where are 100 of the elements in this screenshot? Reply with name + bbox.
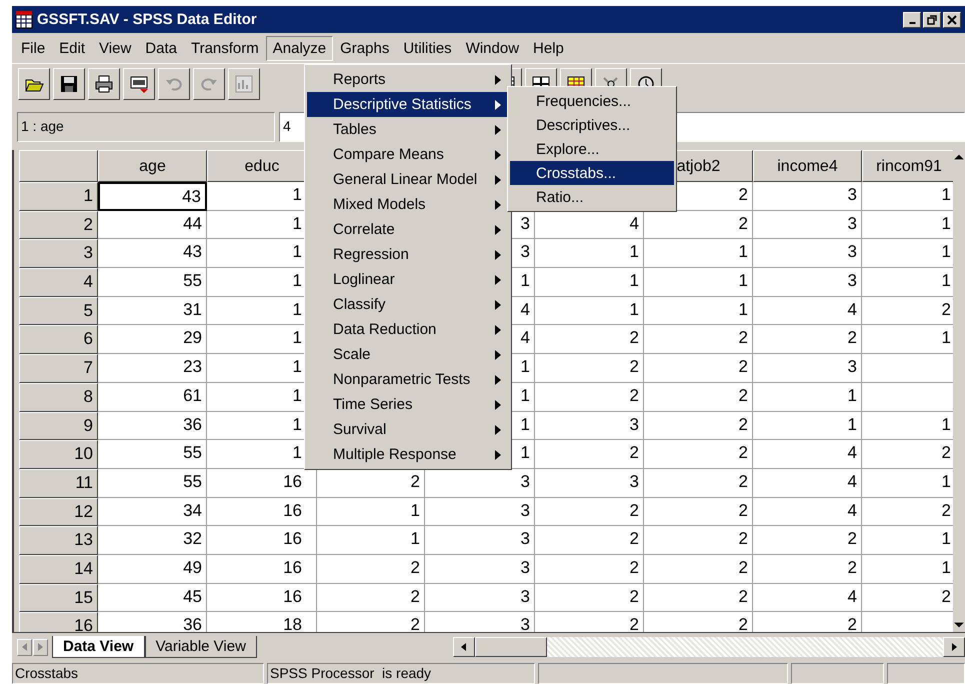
row-header[interactable]: 4 [19,268,98,297]
submenu-arrow-icon [495,300,501,310]
save-icon[interactable] [53,68,85,100]
menu-item-label: Reports [333,71,386,88]
table-cell: 3 [753,210,862,240]
menu-item[interactable]: Data [138,36,184,60]
menu-item[interactable]: Reports [307,67,509,92]
undo-icon[interactable] [158,68,190,100]
menu-item[interactable]: Graphs [333,36,396,60]
row-header[interactable]: 16 [19,612,98,632]
menu-item[interactable]: View [92,36,138,60]
chart-icon[interactable] [228,68,260,100]
row-header[interactable]: 8 [19,382,98,412]
row-header[interactable]: 11 [19,468,98,498]
view-tab[interactable]: Variable View [144,636,257,658]
row-header[interactable]: 10 [19,440,98,469]
column-header[interactable]: rincom91 [862,150,953,182]
row-header[interactable]: 14 [19,554,98,584]
submenu-arrow-icon [495,450,501,460]
table-cell: 2 [535,382,644,412]
row-header[interactable]: 3 [19,239,98,268]
row-header[interactable]: 7 [19,354,98,383]
close-button[interactable] [943,12,961,28]
row-header[interactable]: 2 [19,210,98,240]
scroll-right-button[interactable] [943,637,965,657]
table-cell: 3 [753,239,862,268]
row-header[interactable]: 15 [19,584,98,612]
table-cell: 61 [98,382,207,412]
table-cell: 16 [207,498,317,526]
table-cell: 1 [753,382,862,412]
table-cell: 31 [98,296,207,326]
menu-item[interactable]: File [14,36,52,60]
scroll-thumb[interactable] [474,637,547,657]
submenu-arrow-icon [495,150,501,160]
menu-item-label: Survival [333,421,386,438]
menu-item[interactable]: Descriptive Statistics [307,92,509,117]
view-tab[interactable]: Data View [52,636,145,658]
table-cell: 32 [98,526,207,555]
menu-item-label: Classify [333,296,386,313]
cell-reference: 1 : age [17,112,275,142]
table-cell: 2 [644,554,753,584]
dialog-icon[interactable] [123,68,155,100]
table-cell: 4 [753,296,862,326]
submenu-arrow-icon [495,324,501,334]
table-cell: 3 [425,554,535,584]
table-cell: 44 [98,210,207,240]
column-header[interactable]: age [98,150,207,182]
menu-item[interactable]: Crosstabs... [510,161,674,185]
menu-item-label: Scale [333,346,371,363]
table-cell: 2 [862,498,953,526]
column-header[interactable]: income4 [753,150,862,182]
menu-item[interactable]: Edit [52,36,92,60]
close-icon [947,14,957,24]
menu-item[interactable]: Tables [307,117,509,142]
menu-item[interactable]: Descriptives... [510,113,674,137]
table-cell: 3 [753,182,862,211]
status-text: Crosstabs [12,663,264,684]
menu-item[interactable]: Transform [184,36,266,60]
table-cell: 2 [862,584,953,612]
menu-item[interactable]: Utilities [396,36,459,60]
submenu-arrow-icon [495,400,501,410]
table-cell: 4 [753,584,862,612]
menu-item-label: Tables [333,121,376,138]
submenu-arrow-icon [495,124,501,134]
table-cell: 4 [753,468,862,498]
open-icon[interactable] [18,68,50,100]
table-cell: 1 [862,412,953,440]
row-header[interactable]: 5 [19,296,98,326]
row-header[interactable]: 1 [19,182,98,211]
menu-item[interactable]: Help [526,36,571,60]
table-cell: 1 [644,268,753,297]
table-cell: 45 [98,584,207,612]
printer-icon[interactable] [88,68,120,100]
table-cell: 2 [535,440,644,469]
menu-item[interactable]: Frequencies... [510,89,674,113]
window-title: GSSFT.SAV - SPSS Data Editor [37,11,257,28]
table-cell: 29 [98,325,207,354]
table-cell: 2 [535,325,644,354]
row-header[interactable]: 6 [19,325,98,354]
tab-scroll-right-button[interactable] [33,638,48,656]
row-header[interactable]: 13 [19,526,98,555]
menu-item[interactable]: Window [458,36,526,60]
table-cell: 2 [644,440,753,469]
table-cell: 2 [753,325,862,354]
submenu-arrow-icon [495,350,501,360]
table-cell: 2 [535,498,644,526]
horizontal-scrollbar[interactable] [452,637,965,657]
scroll-left-button[interactable] [452,637,475,657]
restore-button[interactable] [923,12,941,28]
left-arrow-icon [22,643,27,651]
tab-scroll-left-button[interactable] [17,638,32,656]
table-cell: 36 [98,412,207,440]
table-cell: 1 [535,239,644,268]
row-header[interactable]: 12 [19,498,98,526]
minimize-button[interactable] [903,12,921,28]
redo-icon[interactable] [193,68,225,100]
table-cell: 16 [207,526,317,555]
row-header[interactable]: 9 [19,412,98,440]
menu-item[interactable]: Analyze [266,36,334,60]
table-cell: 2 [535,354,644,383]
